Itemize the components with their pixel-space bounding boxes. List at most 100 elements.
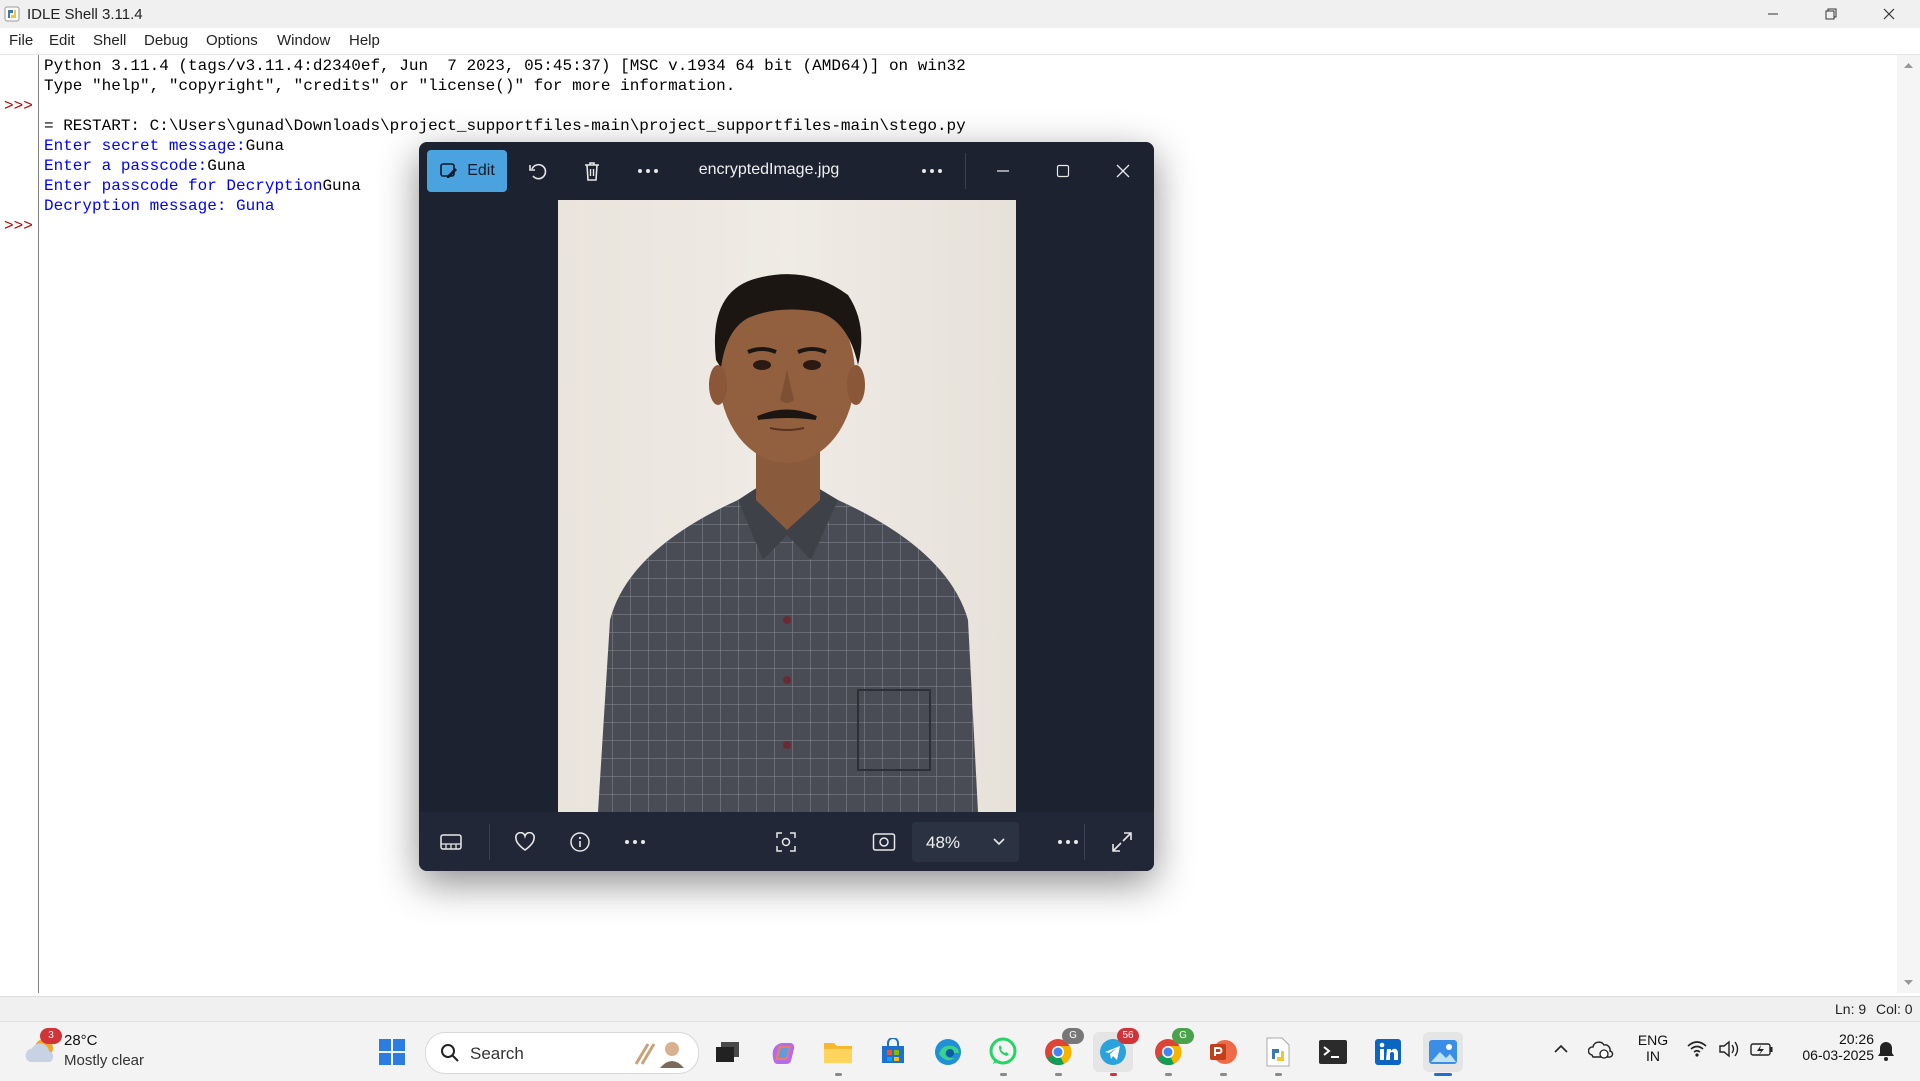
more-icon xyxy=(625,840,645,844)
more-icon xyxy=(638,169,658,173)
zoom-more-button[interactable] xyxy=(1050,824,1086,860)
edit-image-icon xyxy=(440,163,458,178)
chrome-profile-1-button[interactable]: G xyxy=(1038,1028,1084,1076)
menu-shell[interactable]: Shell xyxy=(93,32,126,49)
zoom-dropdown[interactable]: 48% xyxy=(912,822,1019,862)
line-number: Ln: 9 xyxy=(1835,1001,1867,1017)
menu-options[interactable]: Options xyxy=(206,32,258,49)
menu-file[interactable]: File xyxy=(9,32,33,49)
telegram-button[interactable]: 56 xyxy=(1093,1028,1139,1076)
edge-browser-button[interactable] xyxy=(928,1032,968,1072)
close-icon xyxy=(1116,164,1130,178)
clock-time: 20:26 xyxy=(1838,1031,1874,1047)
viewer-maximize-button[interactable] xyxy=(1045,153,1081,189)
notification-bell-icon xyxy=(1878,1042,1894,1061)
rotate-icon xyxy=(529,163,547,180)
shell-info-line: Type "help", "copyright", "credits" or "… xyxy=(44,77,736,95)
shell-output-line: Enter passcode for DecryptionGuna xyxy=(44,176,361,196)
active-indicator xyxy=(1434,1073,1452,1076)
linkedin-icon xyxy=(1375,1039,1401,1065)
scroll-up-icon[interactable] xyxy=(1897,57,1920,73)
linkedin-button[interactable] xyxy=(1368,1032,1408,1072)
stdout-text: Enter a passcode: xyxy=(44,157,208,175)
weather-widget[interactable]: 3 28°C Mostly clear xyxy=(20,1022,160,1081)
microsoft-store-button[interactable] xyxy=(873,1032,913,1072)
close-button[interactable] xyxy=(1860,0,1918,28)
info-icon xyxy=(570,832,590,852)
filmstrip-button[interactable] xyxy=(433,824,469,860)
prompt-gutter: >>> >>> xyxy=(0,55,39,993)
volume-icon xyxy=(1719,1040,1739,1058)
start-button[interactable] xyxy=(372,1032,412,1072)
file-info-button[interactable] xyxy=(562,824,598,860)
weather-temperature: 28°C xyxy=(64,1032,98,1049)
rotate-button[interactable] xyxy=(520,153,556,189)
search-label: Search xyxy=(470,1044,524,1063)
scroll-down-icon[interactable] xyxy=(1897,975,1920,991)
delete-button[interactable] xyxy=(574,153,610,189)
vertical-scrollbar[interactable] xyxy=(1897,55,1920,993)
bottom-more-button[interactable] xyxy=(617,824,653,860)
menu-edit[interactable]: Edit xyxy=(49,32,75,49)
photos-viewer-window: Edit encryptedImage.jpg 48% xyxy=(419,142,1154,871)
python-idle-taskbar-button[interactable] xyxy=(1258,1032,1298,1076)
menu-window[interactable]: Window xyxy=(277,32,330,49)
actual-size-button[interactable] xyxy=(866,824,902,860)
shell-output-line: Enter a passcode:Guna xyxy=(44,156,246,176)
maximize-icon xyxy=(1056,164,1070,178)
viewer-close-button[interactable] xyxy=(1105,153,1141,189)
store-icon xyxy=(882,1038,904,1063)
viewer-filename: encryptedImage.jpg xyxy=(698,161,840,178)
trash-icon xyxy=(585,162,599,181)
powerpoint-button[interactable] xyxy=(1203,1032,1243,1076)
edge-icon xyxy=(935,1039,961,1065)
window-title: IDLE Shell 3.11.4 xyxy=(27,6,143,23)
visual-search-button[interactable] xyxy=(768,824,804,860)
viewer-minimize-button[interactable] xyxy=(985,153,1021,189)
python-file-icon xyxy=(1266,1037,1290,1067)
fullscreen-button[interactable] xyxy=(1104,824,1140,860)
taskbar-search[interactable]: Search xyxy=(425,1032,699,1074)
zoom-level: 48% xyxy=(926,833,961,852)
stdout-text: Enter secret message: xyxy=(44,137,246,155)
title-more-button[interactable] xyxy=(914,153,950,189)
menu-help[interactable]: Help xyxy=(349,32,380,49)
notifications-button[interactable] xyxy=(1876,1040,1896,1067)
copilot-button[interactable] xyxy=(763,1032,803,1072)
shell-prompt: >>> xyxy=(4,217,33,235)
clock[interactable]: 20:26 06-03-2025 xyxy=(1778,1031,1874,1063)
terminal-button[interactable] xyxy=(1313,1032,1353,1072)
task-view-button[interactable] xyxy=(708,1032,748,1072)
system-tray-status[interactable] xyxy=(1686,1039,1774,1059)
running-indicator xyxy=(1275,1073,1282,1076)
region-code: IN xyxy=(1646,1048,1660,1064)
menubar: File Edit Shell Debug Options Window Hel… xyxy=(0,28,1920,55)
running-indicator xyxy=(835,1073,842,1076)
restore-button[interactable] xyxy=(1802,0,1860,28)
bar-divider xyxy=(1084,824,1085,860)
actual-size-icon xyxy=(872,833,896,851)
running-indicator xyxy=(1055,1073,1062,1076)
close-icon xyxy=(1883,8,1895,20)
shell-output-line: Decryption message: Guna xyxy=(44,197,275,215)
file-explorer-button[interactable] xyxy=(818,1032,858,1076)
powerpoint-icon xyxy=(1210,1040,1237,1064)
chrome-profile-2-button[interactable]: G xyxy=(1148,1028,1194,1076)
more-icon xyxy=(1058,840,1078,844)
onedrive-tray-button[interactable] xyxy=(1587,1039,1614,1066)
edit-button[interactable]: Edit xyxy=(427,150,507,192)
favorite-button[interactable] xyxy=(507,824,543,860)
minimize-icon xyxy=(997,170,1009,172)
more-options-button[interactable] xyxy=(630,153,666,189)
status-bar: Ln: 9 Col: 0 xyxy=(0,996,1920,1021)
bar-divider xyxy=(489,824,490,860)
language-indicator[interactable]: ENG IN xyxy=(1629,1032,1677,1064)
photos-icon xyxy=(1429,1040,1457,1064)
whatsapp-button[interactable] xyxy=(983,1032,1023,1076)
minimize-button[interactable] xyxy=(1744,0,1802,28)
show-hidden-icons-button[interactable] xyxy=(1551,1039,1571,1064)
shell-output-line: Enter secret message:Guna xyxy=(44,136,284,156)
menu-debug[interactable]: Debug xyxy=(144,32,188,49)
portrait-image xyxy=(598,274,978,812)
photos-app-button[interactable] xyxy=(1423,1032,1463,1076)
